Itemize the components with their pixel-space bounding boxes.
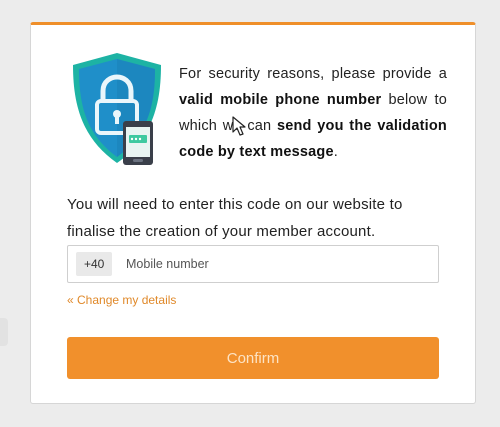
- intro-part-1: For security reasons, please provide a: [179, 66, 447, 82]
- background-edge: [0, 318, 8, 346]
- verification-card: For security reasons, please provide a v…: [30, 22, 476, 404]
- security-intro-text: For security reasons, please provide a v…: [179, 61, 447, 165]
- intro-bold-1: valid mobile phone number: [179, 92, 382, 108]
- shield-lock-icon: [73, 53, 161, 165]
- mobile-phone-icon: [123, 121, 153, 165]
- mobile-number-input[interactable]: [120, 252, 432, 276]
- mouse-cursor-icon: [232, 116, 246, 136]
- explanation-text: You will need to enter this code on our …: [67, 196, 403, 240]
- mobile-number-field[interactable]: +40: [67, 245, 439, 283]
- page: For security reasons, please provide a v…: [0, 0, 500, 427]
- intro-part-3: .: [333, 144, 338, 160]
- confirm-button[interactable]: Confirm: [67, 337, 439, 379]
- change-details-link[interactable]: « Change my details: [67, 293, 176, 307]
- country-code-prefix[interactable]: +40: [76, 252, 113, 276]
